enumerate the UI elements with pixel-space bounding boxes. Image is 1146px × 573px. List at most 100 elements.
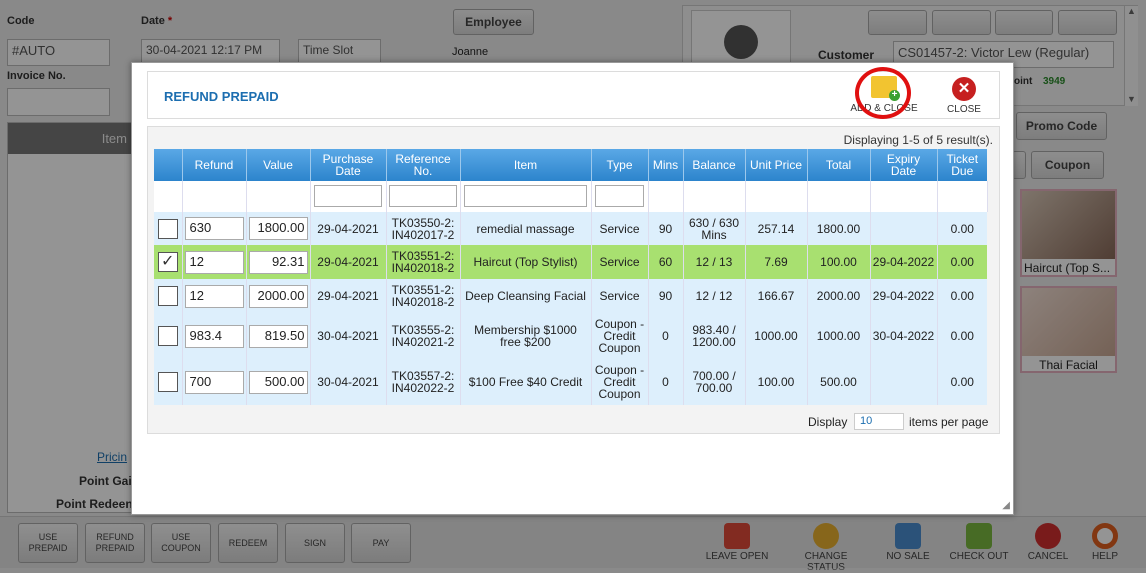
refund-input[interactable]: 12 bbox=[184, 284, 244, 308]
balance-cell: 983.40 / 1200.00 bbox=[683, 313, 746, 359]
total-cell: 100.00 bbox=[807, 245, 871, 279]
item-cell: $100 Free $40 Credit bbox=[460, 359, 592, 405]
type-cell: Service bbox=[591, 245, 649, 279]
refund-cell: 630 bbox=[182, 212, 247, 245]
column-header: Expiry Date bbox=[870, 149, 938, 181]
column-header: Balance bbox=[683, 149, 746, 181]
unit-price-cell: 1000.00 bbox=[745, 313, 808, 359]
close-button[interactable]: ✕ CLOSE bbox=[940, 77, 988, 117]
expiry-date-cell bbox=[870, 359, 938, 405]
row-checkbox[interactable] bbox=[157, 286, 178, 306]
purchase-date-cell: 29-04-2021 bbox=[310, 279, 387, 313]
balance-cell: 12 / 13 bbox=[683, 245, 746, 279]
refund-table: Refund Value Purchase Date Reference No.… bbox=[154, 149, 988, 405]
refund-cell: 700 bbox=[182, 359, 247, 405]
mins-cell: 60 bbox=[648, 245, 684, 279]
refund-input[interactable]: 700 bbox=[184, 370, 244, 394]
type-filter-select[interactable] bbox=[595, 184, 644, 207]
refund-cell: 983.4 bbox=[182, 313, 247, 359]
refund-grid: Displaying 1-5 of 5 result(s). Refund Va… bbox=[147, 126, 1000, 434]
value-input[interactable]: 819.50 bbox=[248, 324, 308, 348]
mins-cell: 0 bbox=[648, 359, 684, 405]
row-checkbox-cell bbox=[154, 279, 183, 313]
close-icon: ✕ bbox=[952, 77, 976, 101]
refund-input[interactable]: 983.4 bbox=[184, 324, 244, 348]
table-row[interactable]: ✓ 12 92.31 29-04-2021 TK03551-2: IN402018-2 H… bbox=[154, 245, 987, 279]
items-per-page-label: items per page bbox=[909, 415, 989, 429]
column-header: Unit Price bbox=[745, 149, 808, 181]
resize-handle[interactable]: ◢ bbox=[1002, 500, 1010, 511]
balance-cell: 700.00 / 700.00 bbox=[683, 359, 746, 405]
type-cell: Coupon - Credit Coupon bbox=[591, 313, 649, 359]
balance-cell: 12 / 12 bbox=[683, 279, 746, 313]
column-header: Ticket Due bbox=[937, 149, 987, 181]
row-checkbox[interactable] bbox=[157, 218, 178, 239]
close-label: CLOSE bbox=[947, 104, 981, 115]
reference-cell: TK03555-2: IN402021-2 bbox=[386, 313, 461, 359]
mins-cell: 90 bbox=[648, 212, 684, 245]
value-cell: 92.31 bbox=[246, 245, 311, 279]
table-header-row: Refund Value Purchase Date Reference No.… bbox=[154, 149, 987, 181]
item-filter[interactable] bbox=[464, 184, 587, 207]
column-header: Mins bbox=[648, 149, 684, 181]
total-cell: 1800.00 bbox=[807, 212, 871, 245]
unit-price-cell: 166.67 bbox=[745, 279, 808, 313]
purchase-date-cell: 30-04-2021 bbox=[310, 313, 387, 359]
table-row[interactable]: 983.4 819.50 30-04-2021 TK03555-2: IN402021… bbox=[154, 313, 987, 359]
table-row[interactable]: 630 1800.00 29-04-2021 TK03550-2: IN402017-… bbox=[154, 212, 987, 245]
value-input[interactable]: 1800.00 bbox=[248, 217, 308, 240]
reference-cell: TK03551-2: IN402018-2 bbox=[386, 279, 461, 313]
ticket-due-cell: 0.00 bbox=[950, 221, 974, 236]
column-header: Total bbox=[807, 149, 871, 181]
refund-prepaid-dialog: REFUND PREPAID + ADD & CLOSE ✕ CLOSE Dis… bbox=[131, 62, 1014, 515]
column-header: Value bbox=[246, 149, 311, 181]
refund-cell: 12 bbox=[182, 279, 247, 313]
row-checkbox[interactable]: ✓ bbox=[157, 252, 178, 272]
expiry-date-cell: 29-04-2022 bbox=[870, 279, 938, 313]
type-cell: Service bbox=[591, 279, 649, 313]
column-header: Item bbox=[460, 149, 592, 181]
value-cell: 2000.00 bbox=[246, 279, 311, 313]
per-page-select[interactable]: 10 bbox=[854, 413, 904, 430]
dialog-header: REFUND PREPAID + ADD & CLOSE ✕ CLOSE bbox=[147, 67, 1000, 119]
refund-input[interactable]: 630 bbox=[184, 217, 244, 240]
add-close-button[interactable]: + ADD & CLOSE bbox=[846, 67, 922, 119]
value-input[interactable]: 92.31 bbox=[248, 250, 308, 274]
unit-price-cell: 100.00 bbox=[745, 359, 808, 405]
total-cell: 1000.00 bbox=[807, 313, 871, 359]
table-row[interactable]: 12 2000.00 29-04-2021 TK03551-2: IN402018-2… bbox=[154, 279, 987, 313]
item-cell: Membership $1000 free $200 bbox=[460, 313, 592, 359]
value-cell: 819.50 bbox=[246, 313, 311, 359]
filter-row bbox=[154, 181, 988, 212]
item-cell: Haircut (Top Stylist) bbox=[460, 245, 592, 279]
mins-cell: 0 bbox=[648, 313, 684, 359]
total-cell: 500.00 bbox=[807, 359, 871, 405]
unit-price-cell: 257.14 bbox=[745, 212, 808, 245]
ticket-due-cell: 0.00 bbox=[950, 289, 974, 303]
column-header: Type bbox=[591, 149, 649, 181]
item-cell: remedial massage bbox=[460, 212, 592, 245]
result-count: Displaying 1-5 of 5 result(s). bbox=[843, 133, 993, 147]
table-row[interactable]: 700 500.00 30-04-2021 TK03557-2: IN402022-2… bbox=[154, 359, 987, 405]
column-header: Purchase Date bbox=[310, 149, 387, 181]
purchase-date-filter[interactable] bbox=[314, 184, 382, 207]
ticket-due-cell: 0.00 bbox=[950, 255, 974, 269]
purchase-date-cell: 29-04-2021 bbox=[310, 212, 387, 245]
reference-cell: TK03557-2: IN402022-2 bbox=[386, 359, 461, 405]
row-checkbox[interactable] bbox=[157, 326, 178, 346]
refund-input[interactable]: 12 bbox=[184, 250, 244, 274]
purchase-date-cell: 30-04-2021 bbox=[310, 359, 387, 405]
value-input[interactable]: 2000.00 bbox=[248, 284, 308, 308]
dialog-title: REFUND PREPAID bbox=[164, 89, 279, 104]
mins-cell: 90 bbox=[648, 279, 684, 313]
reference-cell: TK03551-2: IN402018-2 bbox=[386, 245, 461, 279]
row-checkbox[interactable] bbox=[157, 372, 178, 392]
row-checkbox-cell bbox=[154, 359, 183, 405]
value-input[interactable]: 500.00 bbox=[248, 370, 308, 394]
reference-filter[interactable] bbox=[389, 184, 457, 207]
expiry-date-cell: 30-04-2022 bbox=[870, 313, 938, 359]
display-label: Display bbox=[808, 415, 848, 429]
row-checkbox-cell bbox=[154, 212, 183, 245]
row-checkbox-cell: ✓ bbox=[154, 245, 183, 279]
row-checkbox-cell bbox=[154, 313, 183, 359]
